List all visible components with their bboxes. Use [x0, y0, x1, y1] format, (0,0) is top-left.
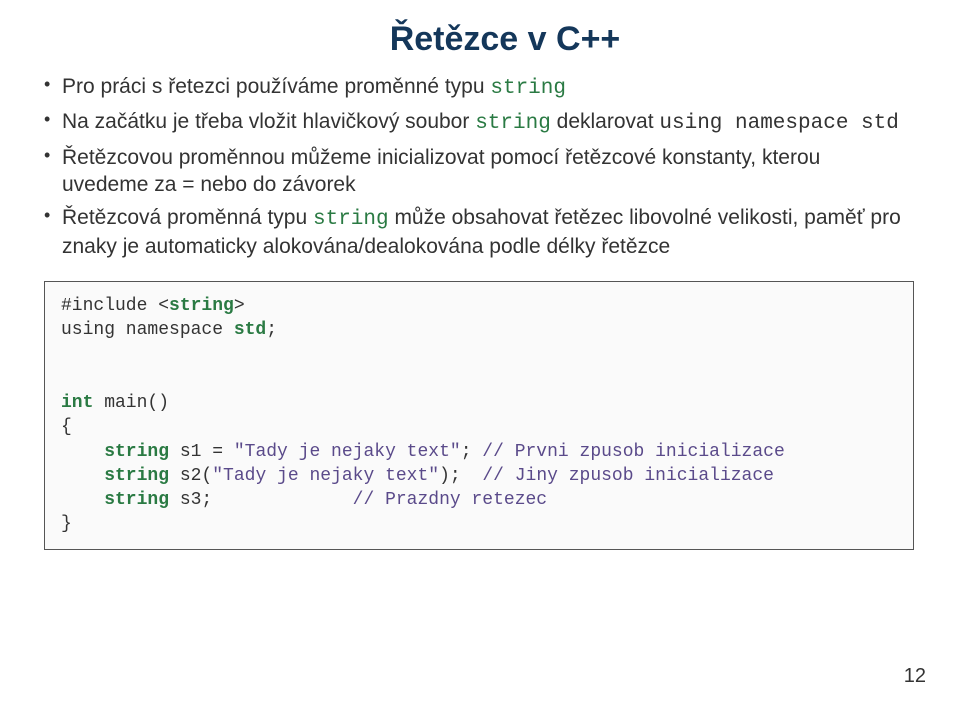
code-inline: string — [475, 112, 551, 135]
code-inline: using namespace std — [659, 112, 898, 135]
code-text: { — [61, 417, 72, 437]
code-line: string s2("Tady je nejaky text"); // Jin… — [61, 464, 897, 488]
code-line: { — [61, 415, 897, 439]
code-inline: string — [490, 77, 566, 100]
bullet-text: Pro práci s řetezci používáme proměnné t… — [62, 75, 490, 98]
code-text: #include < — [61, 296, 169, 316]
code-text: s3; — [169, 490, 353, 510]
code-line: string s1 = "Tady je nejaky text"; // Pr… — [61, 440, 897, 464]
code-line: int main() — [61, 391, 897, 415]
code-text: s2( — [169, 466, 212, 486]
code-text: > — [234, 296, 245, 316]
bullet-item: Řetězcovou proměnnou můžeme inicializova… — [40, 144, 910, 199]
code-line: using namespace std; — [61, 318, 897, 342]
code-string: "Tady je nejaky text" — [234, 442, 461, 462]
bullet-item: Pro práci s řetezci používáme proměnné t… — [40, 73, 910, 102]
code-keyword: string — [61, 442, 169, 462]
code-text: ; — [461, 442, 483, 462]
page-number: 12 — [904, 665, 926, 688]
code-text: using namespace — [61, 320, 234, 340]
code-line: } — [61, 512, 897, 536]
bullet-item: Řetězcová proměnná typu string může obsa… — [40, 204, 910, 261]
code-line — [61, 367, 897, 391]
bullet-text: Řetězcová proměnná typu — [62, 206, 313, 229]
code-comment: // Jiny zpusob inicializace — [482, 466, 774, 486]
bullet-text: Na začátku je třeba vložit hlavičkový so… — [62, 110, 475, 133]
code-block: #include <string> using namespace std; i… — [44, 281, 914, 550]
code-text: ; — [266, 320, 277, 340]
code-inline: string — [313, 208, 389, 231]
code-keyword: string — [61, 490, 169, 510]
page-title: Řetězce v C++ — [100, 20, 910, 59]
bullet-text: deklarovat — [551, 110, 660, 133]
code-line — [61, 342, 897, 366]
bullet-list: Pro práci s řetezci používáme proměnné t… — [40, 73, 910, 261]
code-comment: // Prvni zpusob inicializace — [482, 442, 784, 462]
code-keyword: string — [169, 296, 234, 316]
code-text: s1 = — [169, 442, 234, 462]
code-comment: // Prazdny retezec — [353, 490, 547, 510]
code-line: string s3; // Prazdny retezec — [61, 488, 897, 512]
code-keyword: string — [61, 466, 169, 486]
code-text: ); — [439, 466, 482, 486]
code-text: } — [61, 514, 72, 534]
code-keyword: std — [234, 320, 266, 340]
bullet-item: Na začátku je třeba vložit hlavičkový so… — [40, 108, 910, 137]
code-line: #include <string> — [61, 294, 897, 318]
bullet-text: Řetězcovou proměnnou můžeme inicializova… — [62, 146, 820, 196]
code-string: "Tady je nejaky text" — [212, 466, 439, 486]
code-keyword: int — [61, 393, 93, 413]
code-text: main() — [93, 393, 169, 413]
